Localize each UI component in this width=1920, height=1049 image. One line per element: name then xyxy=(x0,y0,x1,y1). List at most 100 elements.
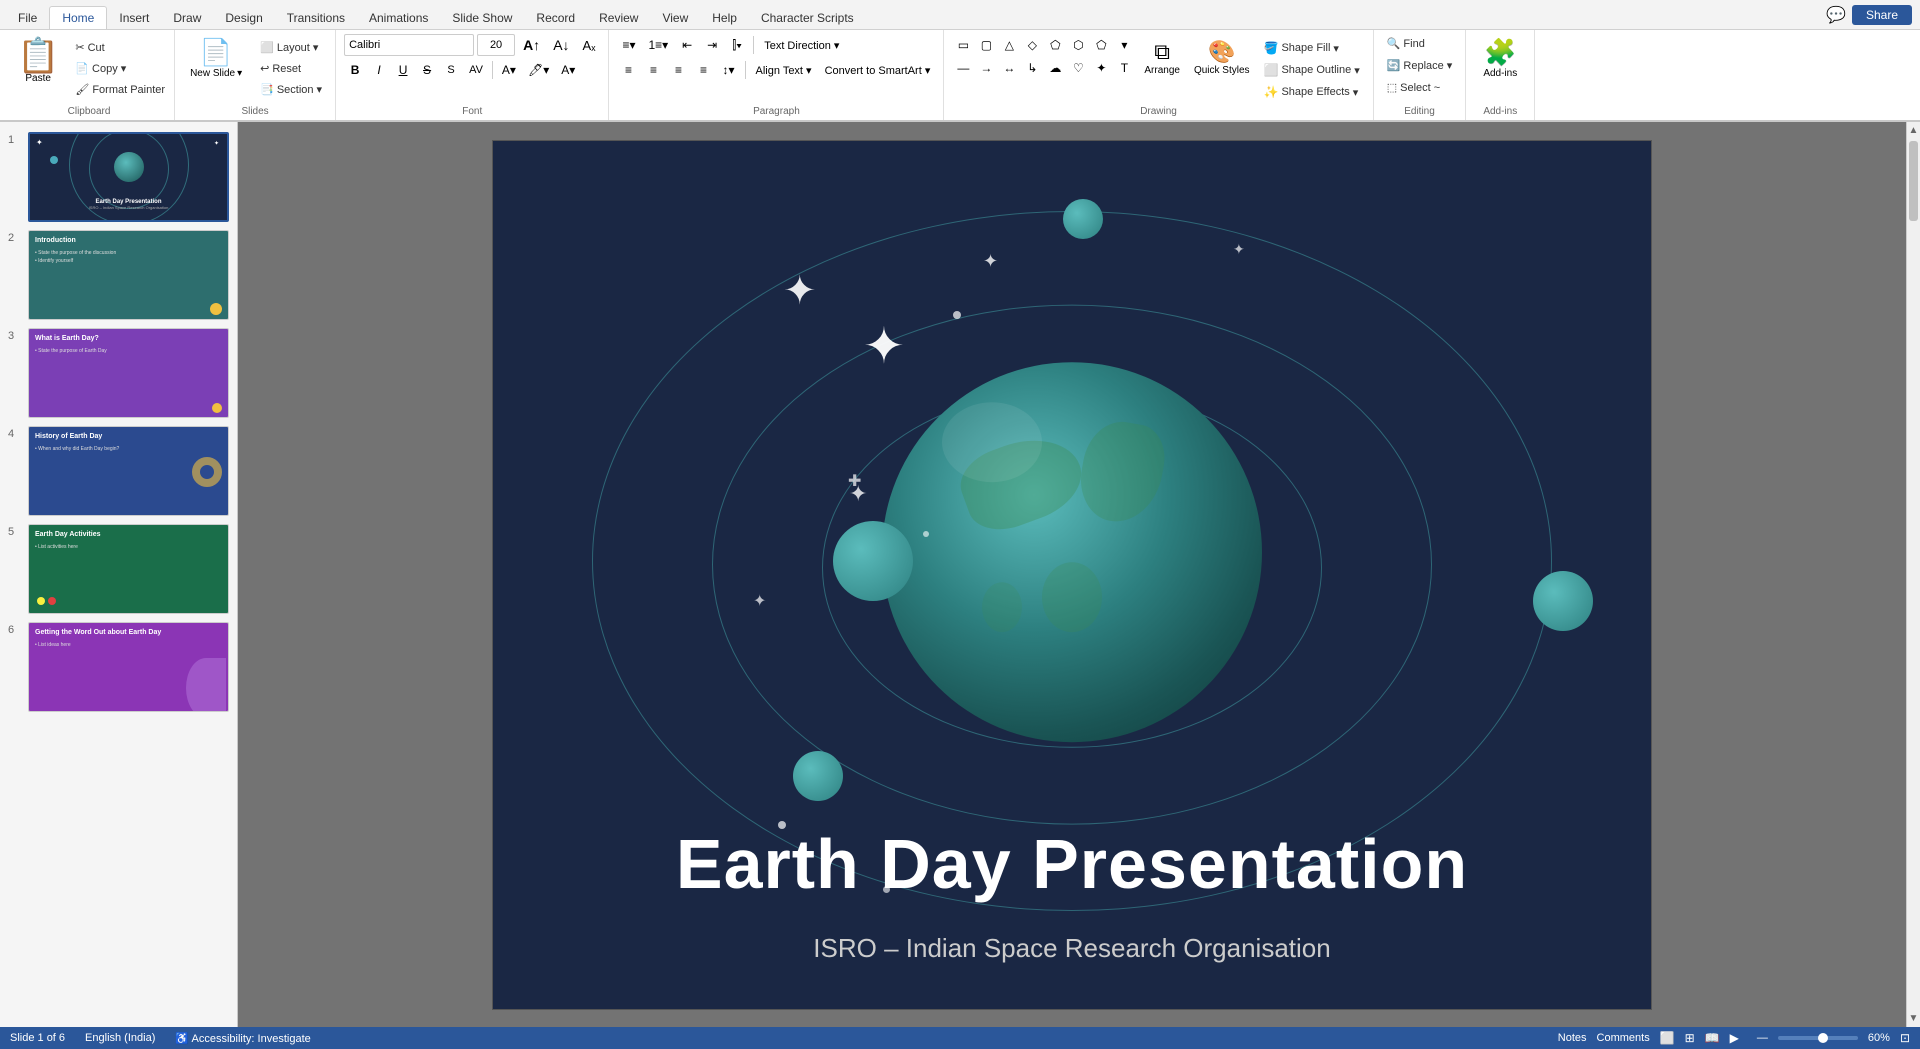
align-text-button[interactable]: Align Text ▾ xyxy=(751,59,817,81)
round-rect-shape[interactable]: ▢ xyxy=(975,34,997,56)
diamond-shape[interactable]: ◇ xyxy=(1021,34,1043,56)
status-bar: Slide 1 of 6 English (India) ♿ Accessibi… xyxy=(0,1027,1920,1049)
tab-review[interactable]: Review xyxy=(587,7,650,29)
thumb-2-title: Introduction xyxy=(35,237,222,244)
increase-indent-button[interactable]: ⇥ xyxy=(701,34,723,56)
editing-label: Editing xyxy=(1374,106,1466,117)
view-reading[interactable]: 📖 xyxy=(1705,1031,1720,1045)
tab-home[interactable]: Home xyxy=(49,6,107,29)
reset-button[interactable]: ↩ Reset xyxy=(255,59,327,78)
addins-group: 🧩 Add-ins Add-ins xyxy=(1466,30,1535,120)
tab-design[interactable]: Design xyxy=(213,7,274,29)
view-presenter[interactable]: ▶ xyxy=(1730,1031,1739,1045)
oct-shape[interactable]: ⬠ xyxy=(1090,34,1112,56)
shape-effects-button[interactable]: ✨ Shape Effects ▾ xyxy=(1259,82,1365,102)
tab-insert[interactable]: Insert xyxy=(107,7,161,29)
italic-button[interactable]: I xyxy=(368,59,390,81)
align-center-button[interactable]: ≡ xyxy=(642,59,664,81)
share-button[interactable]: Share xyxy=(1852,5,1912,25)
col-layout-button[interactable]: ⫿▾ xyxy=(726,34,748,56)
replace-button[interactable]: 🔄 Replace ▾ xyxy=(1382,56,1458,75)
tab-animations[interactable]: Animations xyxy=(357,7,440,29)
section-button[interactable]: 📑 Section ▾ xyxy=(255,80,327,99)
elbow-shape[interactable]: ↳ xyxy=(1021,57,1043,79)
format-painter-button[interactable]: 🖌 Format Painter xyxy=(70,80,170,99)
more-shapes-btn[interactable]: ▾ xyxy=(1113,34,1135,56)
star4-shape[interactable]: ✦ xyxy=(1090,57,1112,79)
slide-thumb-5: Earth Day Activities • List activities h… xyxy=(28,524,229,614)
tab-file[interactable]: File xyxy=(6,7,49,29)
planet-bottom-left xyxy=(793,751,843,801)
clipboard-group: 📋 Paste ✂ Cut 📄 Copy ▾ 🖌 Format Painter … xyxy=(4,30,175,120)
bold-button[interactable]: B xyxy=(344,59,366,81)
view-normal[interactable]: ⬜ xyxy=(1660,1031,1675,1045)
shape-outline-button[interactable]: ⬜ Shape Outline ▾ xyxy=(1259,60,1365,80)
strikethrough-button[interactable]: S xyxy=(416,59,438,81)
layout-button[interactable]: ⬜ Layout ▾ xyxy=(255,38,327,57)
line-spacing-button[interactable]: ↕▾ xyxy=(717,59,739,81)
line-shape[interactable]: — xyxy=(952,57,974,79)
comments-button[interactable]: Comments xyxy=(1597,1032,1650,1044)
tab-draw[interactable]: Draw xyxy=(161,7,213,29)
slide-item-1[interactable]: 1 Earth Day Presentation ISRO – Indian S… xyxy=(0,130,237,224)
arrange-button[interactable]: ⧉ Arrange xyxy=(1139,36,1185,79)
slide-item-3[interactable]: 3 What is Earth Day? • State the purpose… xyxy=(0,326,237,420)
textbox-shape[interactable]: T xyxy=(1113,57,1135,79)
paste-icon: 📋 xyxy=(17,39,59,73)
align-right-button[interactable]: ≡ xyxy=(667,59,689,81)
shadow-button[interactable]: S xyxy=(440,59,462,81)
pentagon-shape[interactable]: ⬠ xyxy=(1044,34,1066,56)
cut-button[interactable]: ✂ Cut xyxy=(70,38,170,57)
tab-character-scripts[interactable]: Character Scripts xyxy=(749,7,866,29)
char-spacing-button[interactable]: AV xyxy=(464,59,488,81)
addins-button[interactable]: 🧩 Add-ins xyxy=(1474,34,1526,82)
cloud-shape[interactable]: ☁ xyxy=(1044,57,1066,79)
notes-button[interactable]: Notes xyxy=(1558,1032,1587,1044)
align-left-button[interactable]: ≡ xyxy=(617,59,639,81)
zoom-slider[interactable] xyxy=(1778,1036,1858,1040)
tab-record[interactable]: Record xyxy=(524,7,587,29)
tab-transitions[interactable]: Transitions xyxy=(275,7,357,29)
num-list-button[interactable]: 1≡▾ xyxy=(644,34,674,56)
decrease-indent-button[interactable]: ⇤ xyxy=(676,34,698,56)
font-grow-button[interactable]: A↑ xyxy=(518,34,545,56)
dbl-arrow-shape[interactable]: ↔ xyxy=(998,57,1020,79)
quick-styles-button[interactable]: 🎨 Quick Styles xyxy=(1189,36,1255,79)
view-slide-sorter[interactable]: ⊞ xyxy=(1685,1031,1695,1045)
copy-button[interactable]: 📄 Copy ▾ xyxy=(70,59,170,78)
arrow-shape[interactable]: → xyxy=(975,57,997,79)
font-size-input[interactable] xyxy=(477,34,515,56)
slide-item-2[interactable]: 2 Introduction • State the purpose of th… xyxy=(0,228,237,322)
slide-item-4[interactable]: 4 History of Earth Day • When and why di… xyxy=(0,424,237,518)
text-highlight-button[interactable]: 🖊▾ xyxy=(523,59,554,81)
tab-help[interactable]: Help xyxy=(700,7,749,29)
font-shade-button[interactable]: A▾ xyxy=(556,59,580,81)
font-color-button[interactable]: A▾ xyxy=(497,59,521,81)
triangle-shape[interactable]: △ xyxy=(998,34,1020,56)
scroll-down-arrow[interactable]: ▼ xyxy=(1909,1010,1919,1027)
rect-shape[interactable]: ▭ xyxy=(952,34,974,56)
justify-button[interactable]: ≡ xyxy=(692,59,714,81)
shape-fill-button[interactable]: 🪣 Shape Fill ▾ xyxy=(1259,38,1365,58)
underline-button[interactable]: U xyxy=(392,59,414,81)
heart-shape[interactable]: ♡ xyxy=(1067,57,1089,79)
font-shrink-button[interactable]: A↓ xyxy=(548,34,574,56)
comment-icon[interactable]: 💬 xyxy=(1826,5,1846,25)
bullets-button[interactable]: ≡▾ xyxy=(617,34,640,56)
slide-item-5[interactable]: 5 Earth Day Activities • List activities… xyxy=(0,522,237,616)
vertical-scrollbar[interactable]: ▲ ▼ xyxy=(1906,122,1920,1027)
clear-format-button[interactable]: Aₓ xyxy=(578,34,601,56)
select-button[interactable]: ⬚ Select ~ xyxy=(1382,78,1458,97)
text-direction-button[interactable]: Text Direction ▾ xyxy=(759,34,844,56)
scroll-thumb[interactable] xyxy=(1909,141,1918,221)
scroll-up-arrow[interactable]: ▲ xyxy=(1909,122,1919,139)
convert-smartart-button[interactable]: Convert to SmartArt ▾ xyxy=(820,59,936,81)
slide-canvas[interactable]: ✦ ✦ ✦ ✦ ✦ ✦ ✦ ✦ ✦ ✦ ✦ ✚ xyxy=(492,140,1652,1010)
find-button[interactable]: 🔍 Find xyxy=(1382,34,1458,53)
slide-item-6[interactable]: 6 Getting the Word Out about Earth Day •… xyxy=(0,620,237,714)
tab-view[interactable]: View xyxy=(650,7,700,29)
hexagon-shape[interactable]: ⬡ xyxy=(1067,34,1089,56)
font-name-input[interactable] xyxy=(344,34,474,56)
tab-slideshow[interactable]: Slide Show xyxy=(440,7,524,29)
fit-screen-button[interactable]: ⊡ xyxy=(1900,1031,1910,1045)
